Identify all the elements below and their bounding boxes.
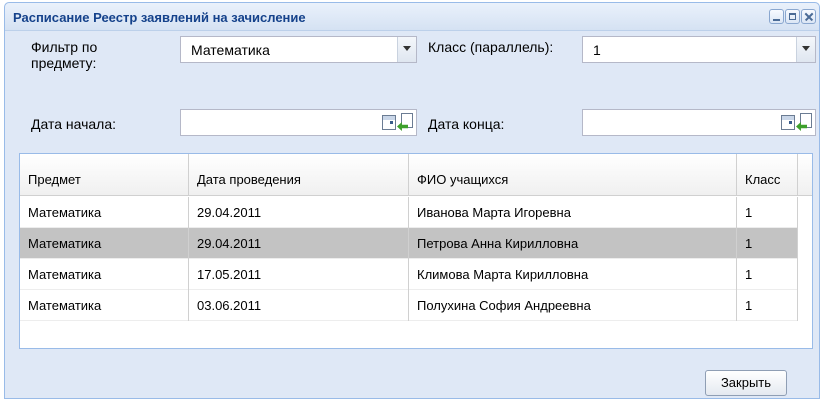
cell-class: 1 — [737, 197, 798, 228]
window-title: Расписание Реестр заявлений на зачислени… — [13, 10, 306, 25]
grid-header: Предмет Дата проведения ФИО учащихся Кла… — [20, 154, 812, 196]
subject-combo[interactable]: Математика — [180, 36, 417, 63]
cell-student: Климова Марта Кирилловна — [409, 259, 737, 290]
cell-student: Иванова Марта Игоревна — [409, 197, 737, 228]
cell-class: 1 — [737, 290, 798, 321]
cell-date: 03.06.2011 — [189, 290, 409, 321]
table-row[interactable]: Математика 17.05.2011 Климова Марта Кири… — [20, 259, 798, 290]
end-date-field[interactable] — [582, 109, 816, 136]
schedule-window: Расписание Реестр заявлений на зачислени… — [4, 2, 820, 399]
start-date-field[interactable] — [180, 109, 417, 136]
end-date-label: Дата конца: — [428, 116, 505, 132]
close-button[interactable]: Закрыть — [705, 370, 787, 396]
cell-date: 29.04.2011 — [189, 197, 409, 228]
column-header-date[interactable]: Дата проведения — [189, 154, 409, 196]
cell-subject: Математика — [20, 290, 189, 321]
maximize-icon[interactable] — [785, 9, 800, 24]
subject-filter-label: Фильтр по предмету: — [31, 39, 98, 71]
cell-student: Петрова Анна Кирилловна — [409, 228, 737, 259]
cell-subject: Математика — [20, 259, 189, 290]
class-filter-label: Класс (параллель): — [428, 39, 554, 55]
cell-class: 1 — [737, 259, 798, 290]
minimize-icon[interactable] — [769, 9, 784, 24]
chevron-down-icon[interactable] — [397, 37, 416, 62]
table-row-selected[interactable]: Математика 29.04.2011 Петрова Анна Кирил… — [20, 228, 798, 259]
column-header-class[interactable]: Класс — [737, 154, 798, 196]
class-combo-value: 1 — [593, 42, 601, 58]
cell-date: 29.04.2011 — [189, 228, 409, 259]
start-date-label: Дата начала: — [31, 116, 117, 132]
calendar-icon[interactable] — [382, 115, 396, 130]
title-bar[interactable]: Расписание Реестр заявлений на зачислени… — [5, 3, 819, 31]
table-row[interactable]: Математика 03.06.2011 Полухина София Анд… — [20, 290, 798, 321]
cell-date: 17.05.2011 — [189, 259, 409, 290]
class-combo[interactable]: 1 — [582, 36, 816, 63]
clear-date-icon[interactable] — [397, 113, 415, 133]
cell-student: Полухина София Андреевна — [409, 290, 737, 321]
cell-subject: Математика — [20, 197, 189, 228]
close-icon[interactable] — [801, 9, 816, 24]
table-row[interactable]: Математика 29.04.2011 Иванова Марта Игор… — [20, 197, 798, 228]
subject-combo-value: Математика — [191, 42, 270, 58]
schedule-grid: Предмет Дата проведения ФИО учащихся Кла… — [19, 153, 813, 349]
calendar-icon[interactable] — [781, 115, 795, 130]
cell-class: 1 — [737, 228, 798, 259]
column-header-student[interactable]: ФИО учащихся — [409, 154, 737, 196]
cell-subject: Математика — [20, 228, 189, 259]
column-header-subject[interactable]: Предмет — [20, 154, 189, 196]
chevron-down-icon[interactable] — [796, 37, 815, 62]
clear-date-icon[interactable] — [796, 113, 814, 133]
